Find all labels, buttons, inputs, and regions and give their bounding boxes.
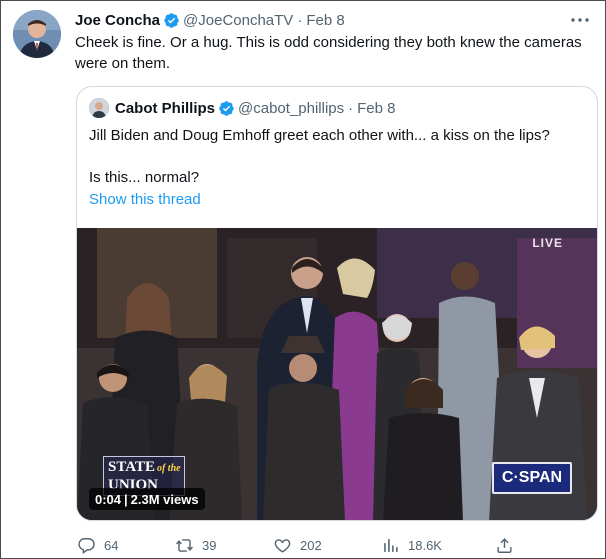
show-thread-link[interactable]: Show this thread (89, 191, 201, 208)
views-button[interactable]: 18.6K (381, 534, 442, 556)
logo-of-the: of the (156, 463, 181, 474)
action-bar: 64 39 202 18.6K (77, 534, 599, 556)
tweet-card: Joe Concha @JoeConchaTV · Feb 8 Cheek is… (0, 0, 606, 559)
live-label: LIVE (532, 236, 563, 250)
logo-state: STATE (108, 459, 155, 475)
quoted-tweet-header: Cabot Phillips @cabot_phillips · Feb 8 (89, 98, 396, 118)
retweet-icon (176, 538, 193, 552)
share-icon (497, 537, 512, 553)
video-player[interactable]: LIVE STATE of the UNION 0:04 | 2.3M views… (77, 228, 597, 520)
author-avatar[interactable] (13, 10, 61, 58)
share-button[interactable] (495, 534, 522, 556)
quoted-author-name: Cabot Phillips (115, 99, 216, 117)
quoted-text-line: Is this... normal? (89, 169, 200, 186)
quoted-tweet-date: Feb 8 (357, 99, 396, 117)
quoted-tweet[interactable]: Cabot Phillips @cabot_phillips · Feb 8 J… (76, 86, 598, 521)
separator: | (124, 491, 128, 507)
tweet-text: Cheek is fine. Or a hug. This is odd con… (75, 34, 582, 72)
tweet-date[interactable]: Feb 8 (306, 12, 344, 29)
reply-button[interactable]: 64 (77, 534, 118, 556)
retweet-button[interactable]: 39 (175, 534, 216, 556)
video-stats: 0:04 | 2.3M views (89, 488, 205, 510)
retweet-count: 39 (202, 537, 217, 553)
more-options-icon[interactable] (569, 11, 591, 29)
analytics-icon (384, 538, 398, 552)
video-duration: 0:04 (95, 491, 122, 507)
like-count: 202 (300, 537, 322, 553)
view-count: 18.6K (408, 537, 442, 553)
separator-dot: · (348, 99, 354, 117)
quoted-author-avatar (89, 98, 109, 118)
cspan-logo: C·SPAN (492, 462, 572, 494)
heart-icon (274, 538, 291, 553)
separator-dot: · (297, 11, 303, 29)
author-name[interactable]: Joe Concha (75, 12, 160, 29)
verified-badge-icon (219, 100, 234, 116)
author-handle[interactable]: @JoeConchaTV (183, 12, 293, 29)
reply-icon (78, 537, 95, 554)
video-views: 2.3M views (130, 491, 199, 507)
quoted-text-line: Jill Biden and Doug Emhoff greet each ot… (89, 127, 550, 144)
like-button[interactable]: 202 (273, 534, 322, 556)
verified-badge-icon (164, 12, 179, 28)
quoted-author-handle: @cabot_phillips (238, 99, 345, 117)
tweet-header: Joe Concha @JoeConchaTV · Feb 8 (75, 10, 345, 30)
reply-count: 64 (104, 537, 119, 553)
